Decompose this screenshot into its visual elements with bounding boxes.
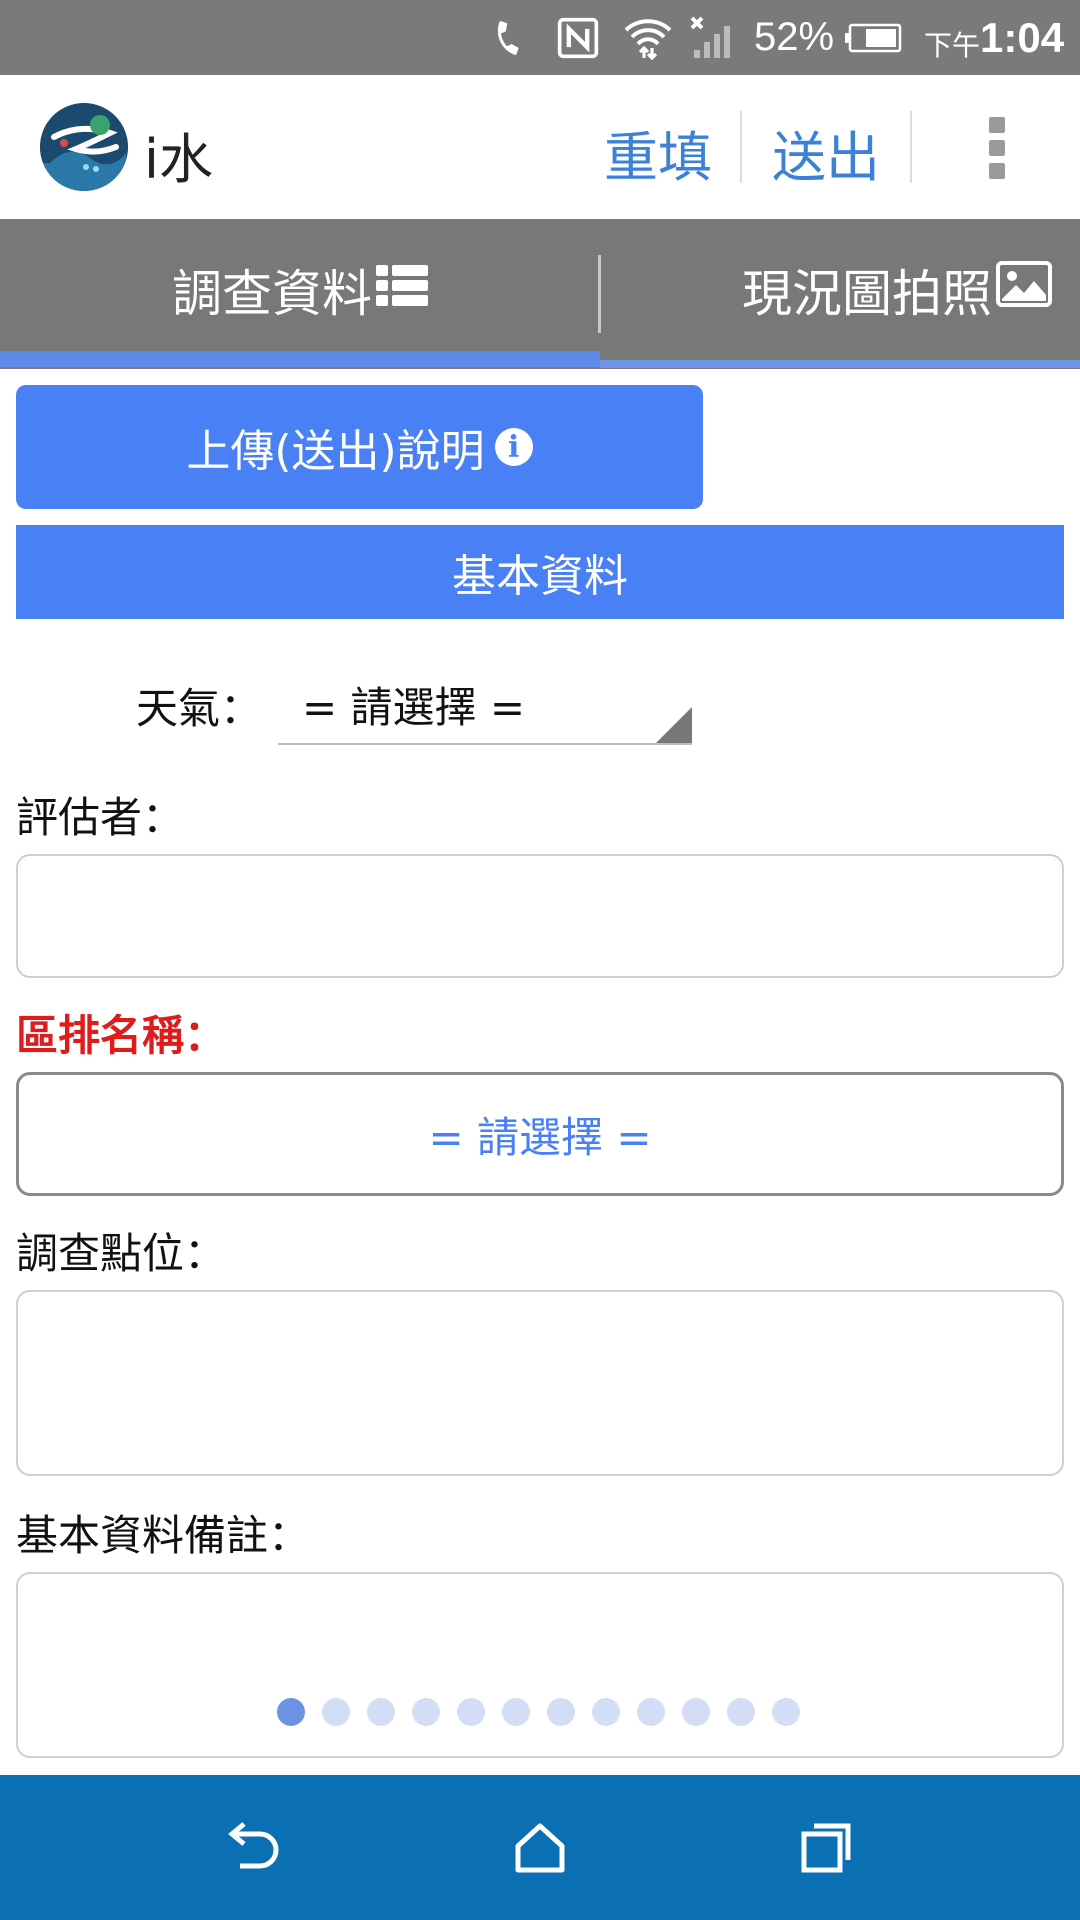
clock-time: 1:04 — [980, 13, 1065, 61]
remarks-label: 基本資料備註： — [16, 1511, 311, 1560]
page-dot[interactable] — [502, 1698, 530, 1726]
wifi-icon — [622, 0, 674, 75]
app-logo-icon — [40, 103, 128, 191]
weather-label: 天氣： — [136, 684, 263, 733]
tab-label: 調查資料 — [172, 265, 372, 323]
signal-icon — [688, 0, 740, 75]
section-header: 基本資料 — [16, 525, 1064, 619]
nfc-icon — [556, 0, 600, 75]
page-dot[interactable] — [322, 1698, 350, 1726]
list-icon — [376, 261, 428, 319]
page-dot[interactable] — [592, 1698, 620, 1726]
action-divider — [910, 111, 912, 183]
more-vert-icon[interactable] — [986, 117, 1008, 179]
battery-percent: 52% — [754, 15, 835, 59]
district-label: 區排名稱： — [16, 1011, 227, 1060]
navigation-bar — [0, 1775, 1080, 1920]
survey-point-label: 調查點位： — [16, 1229, 227, 1278]
image-icon — [996, 261, 1052, 319]
phone-icon — [490, 0, 526, 75]
page-dot[interactable] — [637, 1698, 665, 1726]
page-dot[interactable] — [547, 1698, 575, 1726]
home-icon[interactable] — [480, 1775, 600, 1920]
upload-instructions-label: 上傳(送出)說明 — [186, 426, 485, 477]
app-bar: i水 重填 送出 — [0, 75, 1080, 219]
page-dot[interactable] — [772, 1698, 800, 1726]
back-icon[interactable] — [192, 1775, 312, 1920]
reset-button[interactable]: 重填 — [604, 113, 712, 192]
page-indicator — [277, 1698, 800, 1726]
district-select[interactable]: = 請選擇 = — [16, 1072, 1064, 1196]
page-dot[interactable] — [727, 1698, 755, 1726]
app-name: i水 — [144, 128, 214, 191]
tab-underline — [600, 360, 1080, 368]
action-divider — [740, 111, 742, 183]
status-bar: 52% 下午 1:04 — [0, 0, 1080, 75]
page-dot[interactable] — [682, 1698, 710, 1726]
tab-bar: 調查資料 現況圖拍照 — [0, 219, 1080, 369]
survey-point-input[interactable] — [16, 1290, 1064, 1476]
page-dot[interactable] — [457, 1698, 485, 1726]
remarks-input[interactable] — [16, 1572, 1064, 1758]
tab-label: 現況圖拍照 — [742, 265, 992, 323]
assessor-input[interactable] — [16, 854, 1064, 978]
page-dot[interactable] — [277, 1698, 305, 1726]
assessor-label: 評估者： — [16, 793, 185, 842]
page-dot[interactable] — [367, 1698, 395, 1726]
upload-instructions-button[interactable]: 上傳(送出)說明 i — [16, 385, 703, 509]
dropdown-corner-icon — [656, 707, 692, 743]
tab-photo[interactable]: 現況圖拍照 — [600, 219, 1080, 361]
tab-survey-data[interactable]: 調查資料 — [0, 219, 600, 361]
page-dot[interactable] — [412, 1698, 440, 1726]
submit-button[interactable]: 送出 — [772, 113, 880, 192]
tab-active-indicator — [0, 351, 600, 367]
weather-select-value: = 請選擇 = — [302, 682, 526, 732]
info-icon: i — [494, 428, 533, 466]
weather-select[interactable]: = 請選擇 = — [278, 665, 692, 745]
district-select-value: = 請選擇 = — [428, 1112, 652, 1162]
clock-period: 下午 — [924, 29, 981, 61]
recents-icon[interactable] — [766, 1775, 886, 1920]
battery-icon — [844, 0, 902, 75]
